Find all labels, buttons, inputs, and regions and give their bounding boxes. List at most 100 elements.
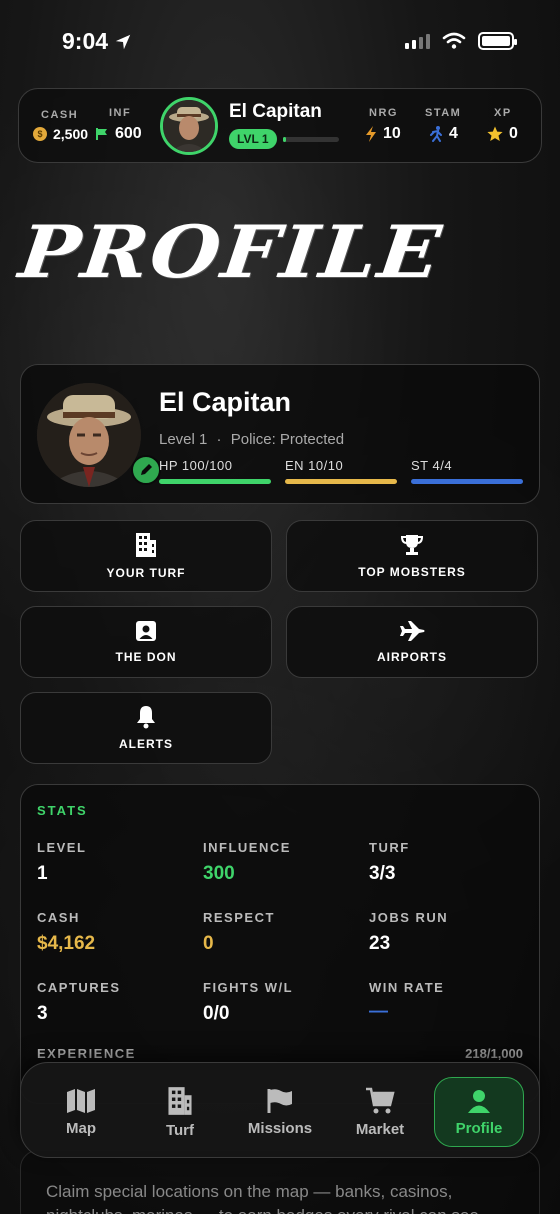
xp-label: XP: [494, 107, 512, 119]
stat-jobs-label: JOBS RUN: [369, 910, 449, 925]
profile-subtitle: Level 1 · Police: Protected: [159, 431, 345, 448]
nav-profile-label: Profile: [455, 1119, 503, 1137]
alerts-label: ALERTS: [119, 737, 173, 751]
stat-experience-label: EXPERIENCE: [37, 1046, 136, 1061]
xp-value: 0: [487, 125, 518, 143]
stat-captures-label: CAPTURES: [37, 980, 121, 995]
hp-bar: [159, 479, 271, 484]
flag-icon: [96, 128, 107, 140]
pencil-icon: [141, 464, 152, 475]
stat-influence-label: INFLUENCE: [203, 840, 291, 855]
shopping-cart-icon: [366, 1087, 395, 1113]
map-icon: [67, 1088, 95, 1113]
nrg-value: 10: [365, 125, 401, 143]
inf-label: INF: [109, 107, 132, 119]
nav-map-label: Map: [66, 1119, 96, 1137]
en-label: EN 10/10: [285, 458, 344, 473]
the-don-button[interactable]: THE DON: [20, 606, 272, 678]
stat-fights-label: FIGHTS W/L: [203, 980, 294, 995]
location-arrow-icon: [115, 34, 131, 49]
xp-progress-bar: [283, 137, 339, 142]
lightning-icon: [366, 126, 376, 142]
bottom-navigation: Map Turf Missions Market Profile: [20, 1062, 540, 1158]
nrg-label: NRG: [369, 107, 398, 119]
cellular-signal-icon: [405, 33, 430, 49]
building-icon: [168, 1086, 192, 1115]
nav-map[interactable]: Map: [36, 1077, 126, 1147]
stat-turf-value: 3/3: [369, 863, 396, 884]
your-turf-button[interactable]: YOUR TURF: [20, 520, 272, 592]
top-mobsters-label: TOP MOBSTERS: [358, 565, 466, 579]
nav-profile[interactable]: Profile: [434, 1077, 524, 1147]
stam-amount: 4: [449, 125, 458, 142]
stam-label: STAM: [425, 107, 462, 119]
stat-level-value: 1: [37, 863, 48, 884]
page-title: Profile: [15, 209, 447, 295]
stat-respect-value: 0: [203, 933, 214, 954]
nav-turf-label: Turf: [165, 1121, 195, 1139]
your-turf-label: YOUR TURF: [106, 566, 186, 580]
wifi-icon: [442, 32, 466, 49]
inf-amount: 600: [115, 125, 142, 142]
profile-police-status: Police: Protected: [230, 431, 345, 448]
mobster-portrait-icon: [37, 383, 141, 487]
stam-value: 4: [429, 125, 458, 143]
profile-level-text: Level 1: [159, 431, 208, 448]
star-icon: [487, 126, 503, 141]
stat-captures-value: 3: [37, 1003, 48, 1024]
trophy-icon: [400, 535, 424, 555]
status-bar: 9:04: [0, 26, 560, 58]
status-time: 9:04: [62, 28, 132, 55]
level-badge: LVL 1: [229, 129, 277, 149]
hp-label: HP 100/100: [159, 458, 233, 473]
stat-winrate-value: —: [369, 1001, 388, 1022]
player-hud[interactable]: CASH $ 2,500 INF 600 El Capitan LVL 1 NR…: [18, 88, 542, 163]
player-avatar[interactable]: [160, 97, 218, 155]
clock-text: 9:04: [62, 28, 109, 54]
battery-icon: [478, 32, 517, 50]
building-icon: [136, 533, 156, 557]
nav-market[interactable]: Market: [335, 1077, 425, 1147]
stat-respect-label: RESPECT: [203, 910, 275, 925]
hud-player-name: El Capitan: [229, 101, 322, 122]
top-mobsters-button[interactable]: TOP MOBSTERS: [286, 520, 538, 592]
running-icon: [430, 126, 442, 142]
cash-value: $ 2,500: [33, 126, 88, 142]
profile-card: El Capitan Level 1 · Police: Protected H…: [20, 364, 540, 504]
stat-cash-value: $4,162: [37, 933, 96, 954]
alerts-button[interactable]: ALERTS: [20, 692, 272, 764]
cash-label: CASH: [41, 109, 79, 121]
nrg-amount: 10: [383, 125, 401, 142]
stat-fights-value: 0/0: [203, 1003, 230, 1024]
info-text: Claim special locations on the map — ban…: [46, 1182, 484, 1214]
nav-missions[interactable]: Missions: [235, 1077, 325, 1147]
xp-amount: 0: [509, 125, 518, 142]
stat-level-label: LEVEL: [37, 840, 87, 855]
user-icon: [468, 1089, 490, 1113]
nav-market-label: Market: [355, 1120, 405, 1138]
airports-label: AIRPORTS: [376, 650, 447, 664]
stat-winrate-label: WIN RATE: [369, 980, 445, 995]
st-label: ST 4/4: [411, 458, 453, 473]
en-bar: [285, 479, 397, 484]
inf-value: 600: [95, 125, 142, 143]
mobster-portrait-icon: [163, 100, 215, 152]
stat-cash-label: CASH: [37, 910, 80, 925]
nav-turf[interactable]: Turf: [135, 1077, 225, 1147]
coin-icon: $: [33, 127, 47, 141]
id-badge-icon: [136, 621, 156, 641]
edit-avatar-button[interactable]: [131, 455, 161, 485]
airplane-icon: [400, 621, 425, 641]
stat-turf-label: TURF: [369, 840, 410, 855]
stat-jobs-value: 23: [369, 933, 391, 954]
flag-icon: [267, 1088, 292, 1113]
cash-amount: 2,500: [53, 126, 89, 142]
profile-avatar: [37, 383, 141, 487]
the-don-label: THE DON: [115, 650, 177, 664]
st-bar: [411, 479, 523, 484]
airports-button[interactable]: AIRPORTS: [286, 606, 538, 678]
profile-name: El Capitan: [159, 387, 292, 417]
nav-missions-label: Missions: [247, 1119, 313, 1137]
bell-icon: [137, 706, 155, 729]
stat-influence-value: 300: [203, 863, 235, 884]
